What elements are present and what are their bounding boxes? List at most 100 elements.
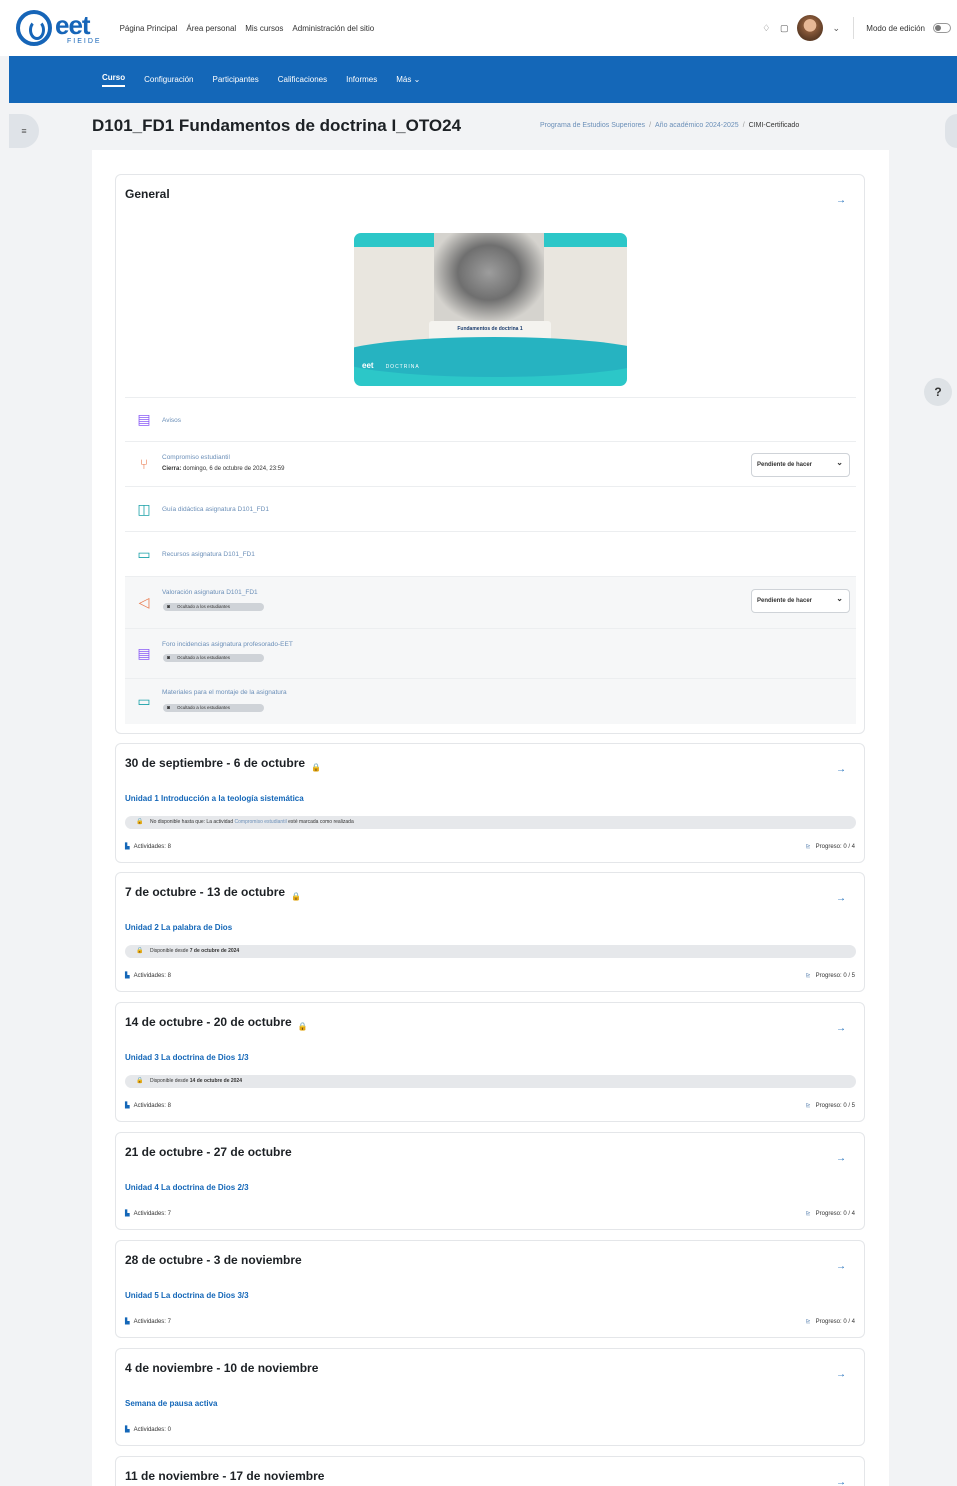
section-summary-link[interactable]: Unidad 1 Introducción a la teología sist… — [125, 794, 304, 803]
completion-status-dropdown[interactable]: Pendiente de hacer — [751, 452, 850, 477]
progress-indicator: ⊵ Progreso: 0 / 4 — [805, 1211, 855, 1217]
help-button[interactable]: ? — [924, 378, 952, 406]
nav-home[interactable]: Página Principal — [120, 24, 178, 33]
activities-icon: ▙ — [125, 973, 130, 979]
activity-count: ▙ Actividades: 8 — [125, 1103, 171, 1109]
edit-mode-label: Modo de edición — [866, 23, 925, 33]
section-summary-link[interactable]: Unidad 5 La doctrina de Dios 3/3 — [125, 1291, 249, 1300]
nav-dashboard[interactable]: Área personal — [186, 24, 236, 33]
course-index-toggle[interactable]: ≡ — [9, 114, 39, 148]
section-title[interactable]: 30 de septiembre - 6 de octubre 🔒 — [125, 756, 321, 772]
notifications-bell-icon[interactable]: ♢ — [761, 23, 771, 33]
activity-link[interactable]: Valoración asignatura D101_FD1 — [162, 589, 258, 596]
activity-row: ▭ Recursos asignatura D101_FD1 — [125, 531, 856, 576]
activity-row: ▤ Avisos — [125, 397, 856, 441]
course-content: General → Fundamentos de doctrina 1 eet D… — [92, 150, 889, 1486]
course-section: 28 de octubre - 3 de noviembre → Unidad … — [115, 1240, 865, 1338]
site-logo[interactable]: eet FIEIDE — [16, 10, 102, 46]
activity-link[interactable]: Recursos asignatura D101_FD1 — [162, 551, 255, 558]
block-drawer-toggle[interactable] — [945, 114, 957, 148]
divider — [853, 17, 855, 39]
arrow-right-icon[interactable]: → — [836, 195, 846, 206]
section-general: General → Fundamentos de doctrina 1 eet D… — [115, 174, 865, 734]
user-avatar[interactable] — [797, 15, 824, 41]
tab-more[interactable]: Más ⌄ — [396, 75, 420, 84]
lock-icon: 🔒 — [297, 1022, 308, 1031]
logo-text: eet — [55, 9, 91, 40]
lock-icon: 🔒 — [291, 892, 302, 901]
arrow-right-icon[interactable]: → — [836, 1369, 846, 1380]
activity-dates: Cierra: domingo, 6 de octubre de 2024, 2… — [162, 466, 285, 472]
section-title[interactable]: 4 de noviembre - 10 de noviembre — [125, 1361, 318, 1375]
section-title[interactable]: 11 de noviembre - 17 de noviembre — [125, 1469, 324, 1483]
activity-row: ▤ Foro incidencias asignatura profesorad… — [125, 628, 856, 678]
course-section: 7 de octubre - 13 de octubre 🔒 → Unidad 2… — [115, 872, 865, 992]
progress-chart-icon: ⊵ — [805, 844, 811, 850]
top-navbar: eet FIEIDE Página Principal Área persona… — [0, 0, 957, 56]
section-title[interactable]: 21 de octubre - 27 de octubre — [125, 1145, 292, 1159]
restriction-notice: No disponible hasta que: La actividad Co… — [125, 816, 856, 829]
activity-row: ⑂ Compromiso estudiantil Cierra: domingo… — [125, 441, 856, 486]
activity-count: ▙ Actividades: 7 — [125, 1319, 171, 1325]
activity-link[interactable]: Materiales para el montaje de la asignat… — [162, 689, 287, 696]
arrow-right-icon[interactable]: → — [836, 1261, 846, 1272]
tab-participants[interactable]: Participantes — [213, 75, 259, 84]
activities-icon: ▙ — [125, 844, 130, 850]
breadcrumb-item[interactable]: Programa de Estudios Superiores — [540, 122, 645, 129]
progress-indicator: ⊵ Progreso: 0 / 5 — [805, 973, 855, 979]
course-section: 11 de noviembre - 17 de noviembre → — [115, 1456, 865, 1486]
feedback-megaphone-icon: ◁ — [138, 594, 150, 610]
progress-indicator: ⊵ Progreso: 0 / 4 — [805, 1319, 855, 1325]
arrow-right-icon[interactable]: → — [836, 764, 846, 775]
book-icon: ◫ — [137, 501, 151, 517]
section-title[interactable]: 28 de octubre - 3 de noviembre — [125, 1253, 302, 1267]
activity-link[interactable]: Compromiso estudiantil — [162, 454, 230, 461]
chevron-down-icon: ⌄ — [413, 75, 421, 84]
course-section: 30 de septiembre - 6 de octubre 🔒 → Unida… — [115, 743, 865, 863]
breadcrumb: Programa de Estudios Superiores / Año acad… — [540, 122, 799, 129]
arrow-right-icon[interactable]: → — [836, 893, 846, 904]
section-summary-link[interactable]: Unidad 4 La doctrina de Dios 2/3 — [125, 1183, 249, 1192]
section-summary-link[interactable]: Unidad 3 La doctrina de Dios 1/3 — [125, 1053, 249, 1062]
course-section: 14 de octubre - 20 de octubre 🔒 → Unidad … — [115, 1002, 865, 1122]
banner-logo: eet DOCTRINA — [362, 361, 420, 370]
arrow-right-icon[interactable]: → — [836, 1477, 846, 1486]
nav-site-admin[interactable]: Administración del sitio — [292, 24, 374, 33]
choice-icon: ⑂ — [139, 456, 149, 472]
section-title[interactable]: General — [125, 187, 170, 201]
section-title[interactable]: 14 de octubre - 20 de octubre 🔒 — [125, 1015, 308, 1031]
course-section: 21 de octubre - 27 de octubre → Unidad 4… — [115, 1132, 865, 1230]
activity-row: ◫ Guía didáctica asignatura D101_FD1 — [125, 486, 856, 531]
breadcrumb-separator-icon: / — [649, 122, 652, 129]
completion-status-dropdown[interactable]: Pendiente de hacer — [751, 588, 850, 613]
section-title[interactable]: 7 de octubre - 13 de octubre 🔒 — [125, 885, 301, 901]
folder-icon: ▭ — [137, 546, 151, 562]
activity-link[interactable]: Guía didáctica asignatura D101_FD1 — [162, 506, 269, 513]
progress-chart-icon: ⊵ — [805, 973, 811, 979]
hidden-badge: Ocultado a los estudiantes — [163, 654, 264, 662]
primary-navigation: Página Principal Área personal Mis curso… — [120, 24, 375, 33]
activity-link[interactable]: Avisos — [162, 417, 181, 424]
tab-grades[interactable]: Calificaciones — [278, 75, 327, 84]
folder-icon: ▭ — [137, 693, 151, 709]
logo-flame-icon — [16, 10, 52, 46]
edit-mode-toggle[interactable] — [933, 23, 951, 33]
activity-link[interactable]: Foro incidencias asignatura profesorado-… — [162, 641, 293, 648]
messages-icon[interactable]: ▢ — [779, 23, 789, 33]
activity-row: ▭ Materiales para el montaje de la asign… — [125, 678, 856, 724]
breadcrumb-separator-icon: / — [742, 122, 745, 129]
tab-course[interactable]: Curso — [102, 73, 126, 87]
nav-my-courses[interactable]: Mis cursos — [245, 24, 283, 33]
breadcrumb-item[interactable]: Año académico 2024-2025 — [655, 122, 739, 129]
breadcrumb-current: CIMI-Certificado — [748, 122, 800, 129]
arrow-right-icon[interactable]: → — [836, 1153, 846, 1164]
tab-settings[interactable]: Configuración — [144, 75, 193, 84]
activity-count: ▙ Actividades: 0 — [125, 1427, 171, 1433]
arrow-right-icon[interactable]: → — [836, 1023, 846, 1034]
list-icon: ≡ — [21, 126, 27, 136]
activities-icon: ▙ — [125, 1103, 130, 1109]
chevron-down-icon[interactable]: ⌄ — [831, 23, 841, 33]
section-summary-link[interactable]: Unidad 2 La palabra de Dios — [125, 923, 232, 932]
tab-reports[interactable]: Informes — [346, 75, 377, 84]
section-summary-link[interactable]: Semana de pausa activa — [125, 1399, 218, 1408]
